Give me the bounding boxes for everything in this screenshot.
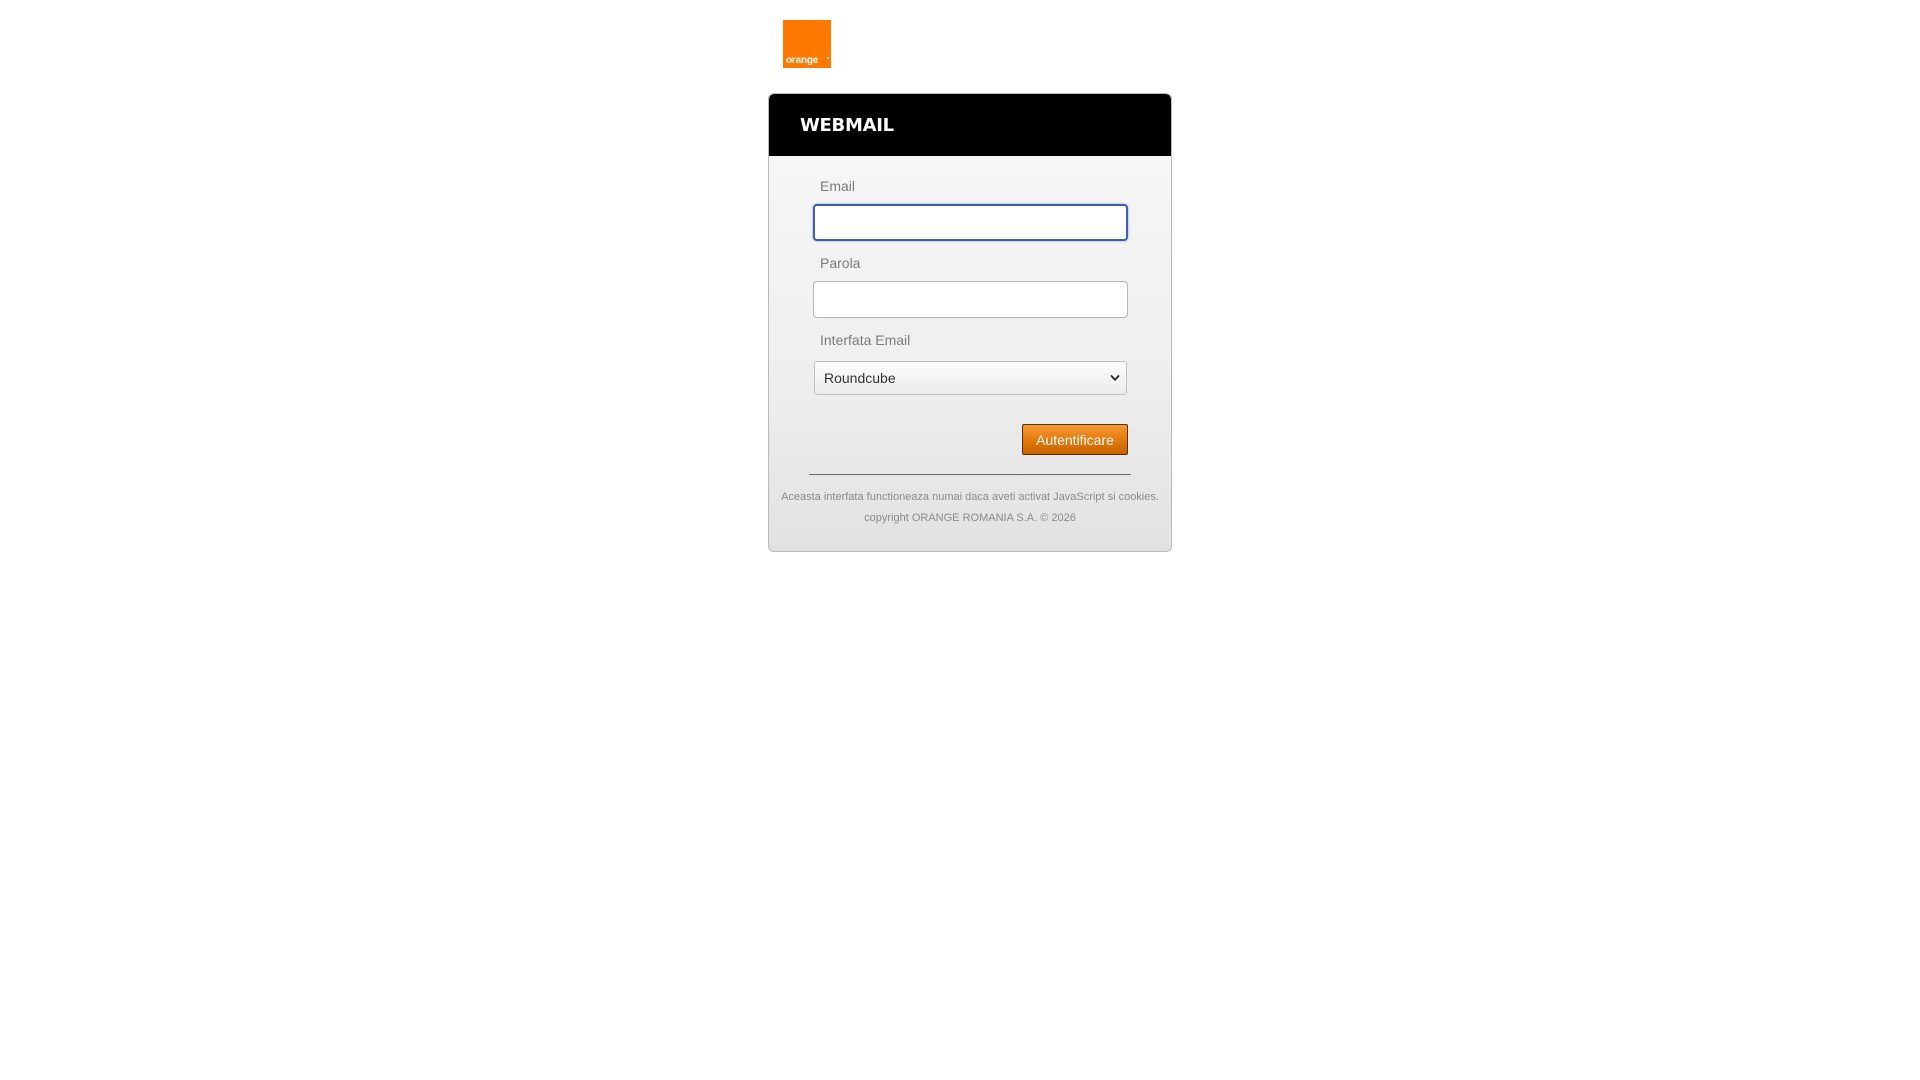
login-page: orange WEBMAIL Email Parola Interfata Em…: [0, 0, 1920, 1080]
password-field[interactable]: [813, 281, 1128, 318]
interface-select-value: Roundcube: [824, 370, 896, 386]
orange-logo: orange: [783, 20, 831, 68]
panel-header: WEBMAIL: [769, 94, 1171, 156]
javascript-notice: Aceasta interfata functioneaza numai dac…: [781, 491, 1159, 503]
login-button[interactable]: Autentificare: [1022, 424, 1128, 455]
chevron-down-icon: [1110, 375, 1120, 381]
email-label: Email: [820, 178, 856, 194]
login-panel: WEBMAIL Email Parola Interfata Email Rou…: [768, 93, 1172, 552]
copyright-text: copyright ORANGE ROMANIA S.A. © 2026: [864, 512, 1076, 524]
interface-label: Interfata Email: [820, 332, 911, 348]
logo-trademark-dot: [827, 57, 829, 59]
page-title: WEBMAIL: [800, 115, 894, 136]
interface-select[interactable]: Roundcube: [814, 361, 1127, 395]
divider: [809, 474, 1131, 475]
password-label: Parola: [820, 255, 861, 271]
email-field[interactable]: [813, 204, 1128, 241]
logo-text: orange: [786, 55, 819, 66]
